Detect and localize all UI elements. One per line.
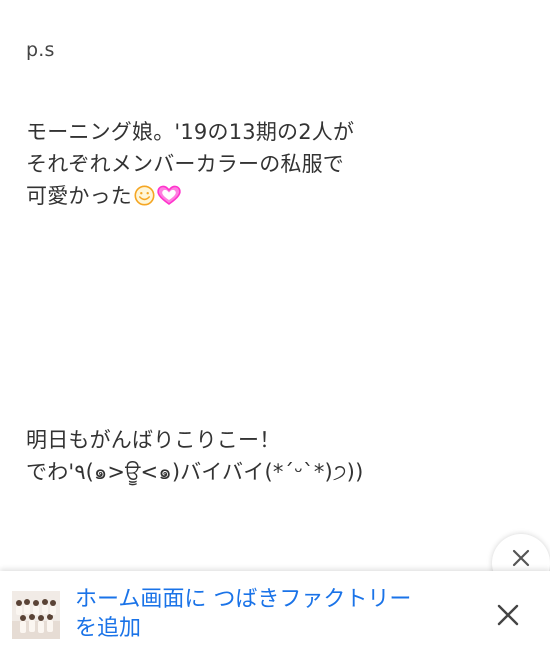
banner-close-button[interactable] — [496, 603, 520, 627]
sparkling-heart-icon — [156, 183, 182, 205]
paragraph-line: それぞれメンバーカラーの私服で — [26, 152, 344, 176]
add-to-home-text[interactable]: ホーム画面に つばきファクトリー を追加 — [75, 585, 465, 643]
paragraph-line-text: 可愛かった — [26, 184, 132, 208]
app-thumbnail — [12, 591, 60, 639]
banner-line: ホーム画面に つばきファクトリー — [75, 587, 412, 612]
close-icon — [512, 549, 530, 567]
paragraph-line-with-emoji: 可愛かった — [26, 180, 526, 212]
paragraph-line: 明日もがんばりこりこー！ — [26, 428, 281, 452]
banner-line: を追加 — [75, 616, 142, 641]
paragraph-line: でわ'٩(๑>ਊ<๑)バイバイ(*ˊᵕˋ*)੭)) — [26, 460, 364, 484]
close-icon — [497, 604, 519, 626]
ps-text: p.s — [26, 39, 55, 61]
smiling-face-icon — [134, 183, 155, 206]
add-to-home-banner[interactable]: ホーム画面に つばきファクトリー を追加 — [0, 571, 550, 653]
article-body: p.s モーニング娘。'19の13期の2人が それぞれメンバーカラーの私服で 可… — [26, 34, 526, 488]
paragraph-line: モーニング娘。'19の13期の2人が — [26, 120, 355, 144]
